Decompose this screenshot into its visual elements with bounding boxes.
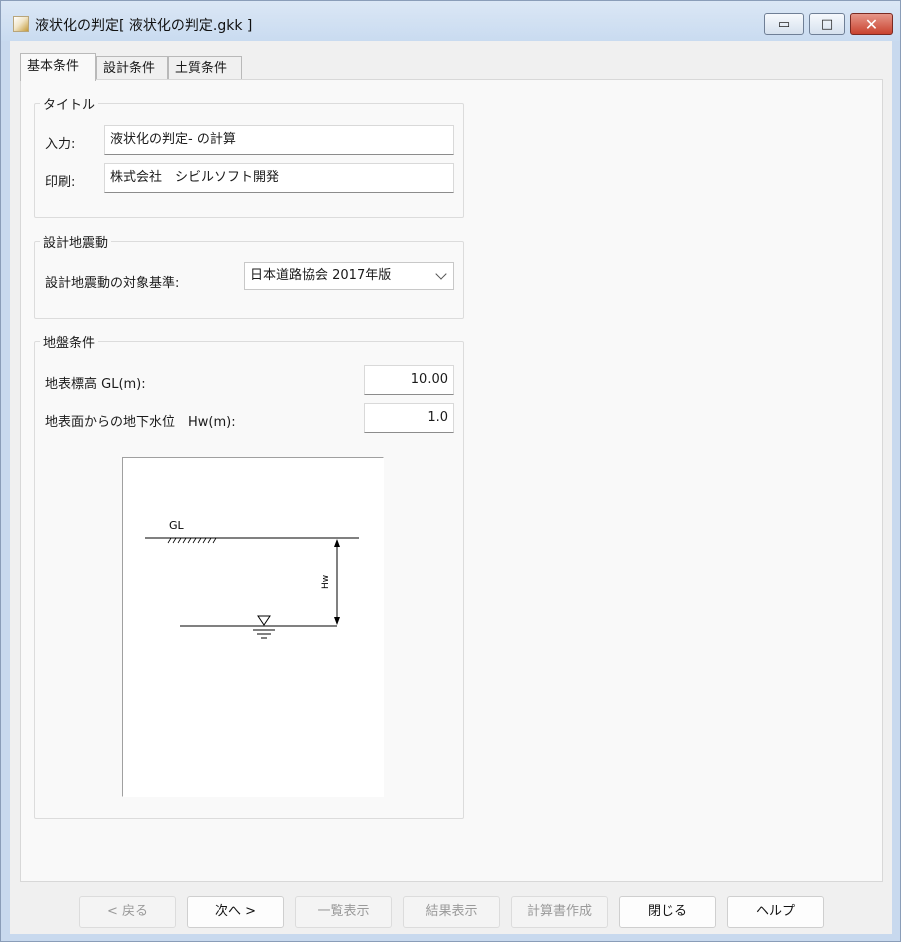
tab-design-conditions[interactable]: 設計条件 bbox=[96, 56, 168, 80]
close-window-button[interactable]: ✕ bbox=[850, 13, 893, 35]
groundwater-diagram: GL Hw bbox=[122, 457, 384, 797]
input-title-field[interactable]: 液状化の判定- の計算 bbox=[104, 125, 454, 155]
close-button[interactable]: 閉じる bbox=[619, 896, 716, 928]
main-window: 液状化の判定[ 液状化の判定.gkk ] ▭ □ ✕ 基本条件 設計条件 土質条… bbox=[0, 0, 901, 942]
maximize-icon: □ bbox=[820, 16, 834, 32]
gl-input[interactable]: 10.00 bbox=[364, 365, 454, 395]
back-button[interactable]: < 戻る bbox=[79, 896, 176, 928]
hw-dimension-arrow-icon bbox=[334, 539, 340, 625]
gl-label: 地表標高 GL(m): bbox=[45, 377, 146, 392]
tab-soil-conditions[interactable]: 土質条件 bbox=[168, 56, 242, 80]
diagram-hw-label: Hw bbox=[321, 575, 331, 589]
window-title: 液状化の判定[ 液状化の判定.gkk ] bbox=[35, 18, 253, 34]
help-button[interactable]: ヘルプ bbox=[727, 896, 824, 928]
seismic-group: 設計地震動 設計地震動の対象基準: 日本道路協会 2017年版 bbox=[34, 232, 464, 319]
title-bar[interactable]: 液状化の判定[ 液状化の判定.gkk ] ▭ □ ✕ bbox=[1, 1, 900, 41]
title-group: タイトル 入力: 液状化の判定- の計算 印刷: 株式会社 シビルソフト開発 bbox=[34, 94, 464, 218]
app-icon bbox=[13, 16, 29, 32]
input-title-label: 入力: bbox=[45, 137, 76, 152]
title-group-legend: タイトル bbox=[40, 94, 99, 113]
maximize-button[interactable]: □ bbox=[809, 13, 845, 35]
list-view-button[interactable]: 一覧表示 bbox=[295, 896, 392, 928]
seismic-group-legend: 設計地震動 bbox=[40, 232, 112, 251]
diagram-gl-label: GL bbox=[169, 519, 185, 532]
water-level-icon bbox=[253, 615, 275, 639]
print-title-field[interactable]: 株式会社 シビルソフト開発 bbox=[104, 163, 454, 193]
print-title-label: 印刷: bbox=[45, 175, 76, 190]
next-button[interactable]: 次へ > bbox=[187, 896, 284, 928]
tab-basic-conditions[interactable]: 基本条件 bbox=[20, 53, 96, 81]
minimize-button[interactable]: ▭ bbox=[764, 13, 804, 35]
ground-group-legend: 地盤条件 bbox=[40, 332, 99, 351]
tab-panel: タイトル 入力: 液状化の判定- の計算 印刷: 株式会社 シビルソフト開発 設… bbox=[20, 79, 883, 882]
groundwater-diagram-svg: GL Hw bbox=[145, 519, 359, 639]
seismic-standard-label: 設計地震動の対象基準: bbox=[45, 276, 180, 291]
seismic-standard-value: 日本道路協会 2017年版 bbox=[250, 268, 392, 283]
hw-label: 地表面からの地下水位 Hw(m): bbox=[45, 415, 236, 430]
minimize-icon: ▭ bbox=[777, 16, 791, 32]
result-view-button[interactable]: 結果表示 bbox=[403, 896, 500, 928]
hw-input[interactable]: 1.0 bbox=[364, 403, 454, 433]
create-report-button[interactable]: 計算書作成 bbox=[511, 896, 608, 928]
seismic-standard-select[interactable]: 日本道路協会 2017年版 bbox=[244, 262, 454, 290]
ground-hatch-icon bbox=[167, 537, 217, 544]
dialog-client: 基本条件 設計条件 土質条件 タイトル 入力: 液状化の判定- の計算 印刷: … bbox=[10, 41, 892, 934]
chevron-down-icon bbox=[435, 268, 447, 280]
button-bar: < 戻る 次へ > 一覧表示 結果表示 計算書作成 閉じる ヘルプ bbox=[10, 886, 892, 934]
close-icon: ✕ bbox=[864, 14, 879, 34]
